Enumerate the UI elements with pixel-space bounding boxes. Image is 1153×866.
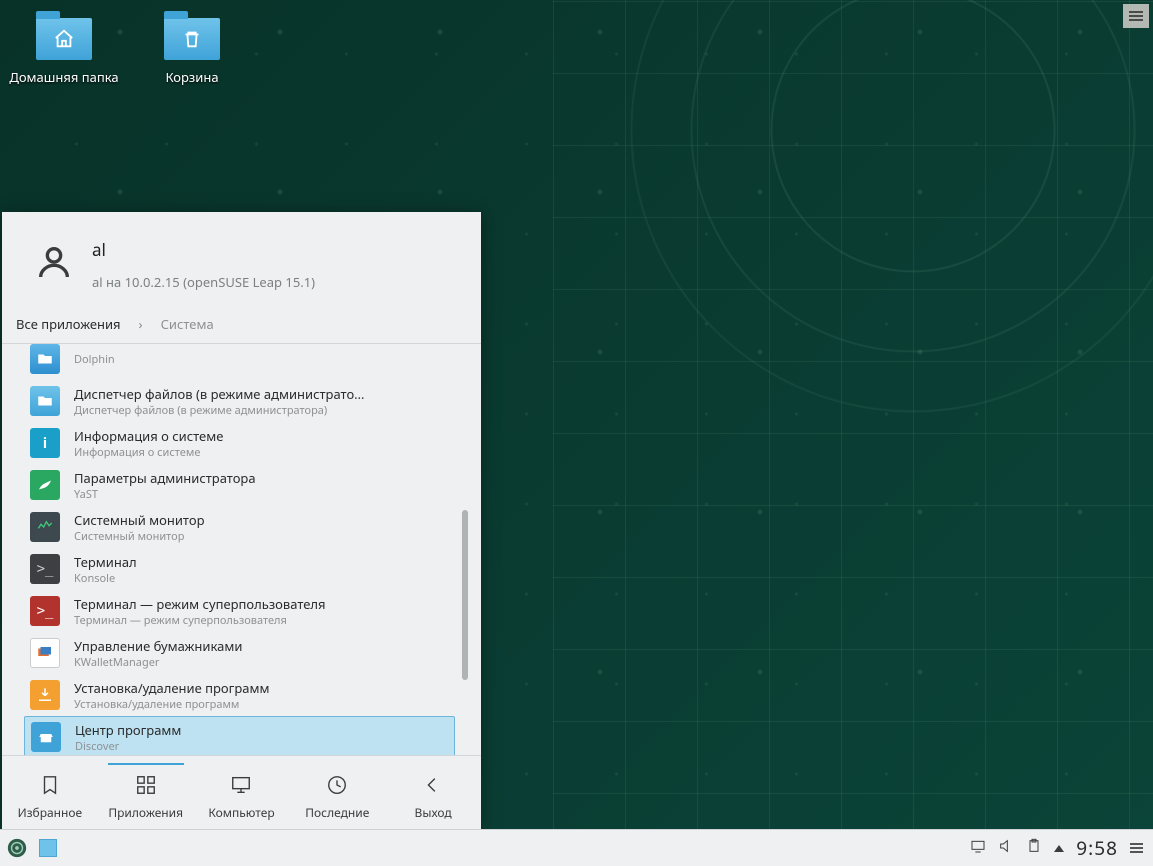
user-host: al на 10.0.2.15 (openSUSE Leap 15.1) xyxy=(92,273,315,291)
app-subtitle: Диспетчер файлов (в режиме администратор… xyxy=(74,403,449,418)
app-item[interactable]: Dolphin xyxy=(24,344,455,380)
kwallet-icon xyxy=(30,638,60,668)
scrollbar-thumb[interactable] xyxy=(462,510,468,680)
sysmon-icon xyxy=(30,512,60,542)
tab-label: Избранное xyxy=(18,804,83,821)
install-icon xyxy=(30,680,60,710)
tab-label: Компьютер xyxy=(208,804,274,821)
app-item[interactable]: Управление бумажникамиKWalletManager xyxy=(24,632,455,674)
application-list: Dolphin Диспетчер файлов (в режиме админи… xyxy=(2,344,481,755)
menu-icon xyxy=(1129,15,1143,17)
taskbar-clock[interactable]: 9:58 xyxy=(1076,835,1118,861)
tray-clipboard-icon[interactable] xyxy=(1026,837,1042,859)
discover-icon xyxy=(31,722,61,752)
desktop-icon-label: Домашняя папка xyxy=(4,68,124,86)
folder-icon xyxy=(36,18,92,60)
app-subtitle: KWalletManager xyxy=(74,655,449,670)
app-title: Параметры администратора xyxy=(74,469,449,487)
taskbar: 9:58 xyxy=(0,829,1153,866)
app-subtitle: YaST xyxy=(74,487,449,502)
user-avatar-icon[interactable] xyxy=(34,242,74,287)
app-item[interactable]: Центр программDiscover xyxy=(24,716,455,755)
info-icon: i xyxy=(30,428,60,458)
app-title: Системный монитор xyxy=(74,511,449,529)
tab-recent[interactable]: Последние xyxy=(289,764,385,821)
tray-expand-icon[interactable] xyxy=(1054,845,1064,852)
system-tray: 9:58 xyxy=(970,830,1153,866)
app-subtitle: Dolphin xyxy=(74,352,449,367)
app-item[interactable]: Установка/удаление программУстановка/уда… xyxy=(24,674,455,716)
app-title: Центр программ xyxy=(75,721,448,739)
app-subtitle: Терминал — режим суперпользователя xyxy=(74,613,449,628)
tab-label: Приложения xyxy=(108,804,183,821)
desktop-toolbox-button[interactable] xyxy=(1123,4,1149,28)
breadcrumb: Все приложения › Система xyxy=(2,309,481,344)
tab-favorites[interactable]: Избранное xyxy=(2,764,98,821)
app-title: Установка/удаление программ xyxy=(74,679,449,697)
dolphin-icon xyxy=(30,344,60,374)
tab-label: Последние xyxy=(305,804,369,821)
app-title: Информация о системе xyxy=(74,427,449,445)
chevron-right-icon: › xyxy=(139,315,143,333)
app-item[interactable]: i Информация о системеИнформация о систем… xyxy=(24,422,455,464)
taskbar-task-active[interactable] xyxy=(39,839,57,857)
app-subtitle: Установка/удаление программ xyxy=(74,697,449,712)
app-title: Терминал — режим суперпользователя xyxy=(74,595,449,613)
term-icon: >_ xyxy=(30,554,60,584)
app-title: Терминал xyxy=(74,553,449,571)
app-title: Диспетчер файлов (в режиме администрато… xyxy=(74,385,449,403)
user-name: al xyxy=(92,238,315,261)
app-item[interactable]: >_ Терминал — режим суперпользователяТерм… xyxy=(24,590,455,632)
folder-icon xyxy=(164,18,220,60)
app-item[interactable]: Диспетчер файлов (в режиме администрато…… xyxy=(24,380,455,422)
app-subtitle: Информация о системе xyxy=(74,445,449,460)
app-subtitle: Системный монитор xyxy=(74,529,449,544)
tray-volume-icon[interactable] xyxy=(998,837,1014,859)
start-menu-button[interactable] xyxy=(0,830,34,866)
yast-icon xyxy=(30,470,60,500)
launcher-tabs: Избранное Приложения Компьютер Последние… xyxy=(2,755,481,829)
desktop-icon-label: Корзина xyxy=(132,68,252,86)
app-subtitle: Konsole xyxy=(74,571,449,586)
tab-computer[interactable]: Компьютер xyxy=(194,764,290,821)
app-item[interactable]: >_ ТерминалKonsole xyxy=(24,548,455,590)
launcher-header: al al на 10.0.2.15 (openSUSE Leap 15.1) xyxy=(2,212,481,309)
folder-icon xyxy=(30,386,60,416)
app-subtitle: Discover xyxy=(75,739,448,754)
tab-label: Выход xyxy=(415,804,452,821)
tab-leave[interactable]: Выход xyxy=(385,764,481,821)
breadcrumb-all-apps[interactable]: Все приложения xyxy=(16,315,121,333)
scrollbar[interactable] xyxy=(461,352,469,747)
app-title: Управление бумажниками xyxy=(74,637,449,655)
app-item[interactable]: Параметры администратораYaST xyxy=(24,464,455,506)
rootterm-icon: >_ xyxy=(30,596,60,626)
app-item[interactable]: Системный мониторСистемный монитор xyxy=(24,506,455,548)
desktop-icon-trash[interactable]: Корзина xyxy=(132,18,252,86)
taskbar-peek-button[interactable] xyxy=(1130,847,1143,849)
tab-applications[interactable]: Приложения xyxy=(98,764,194,821)
application-launcher: al al на 10.0.2.15 (openSUSE Leap 15.1) … xyxy=(2,212,481,829)
breadcrumb-current: Система xyxy=(161,315,214,333)
tray-display-icon[interactable] xyxy=(970,837,986,859)
desktop-icon-home[interactable]: Домашняя папка xyxy=(4,18,124,86)
